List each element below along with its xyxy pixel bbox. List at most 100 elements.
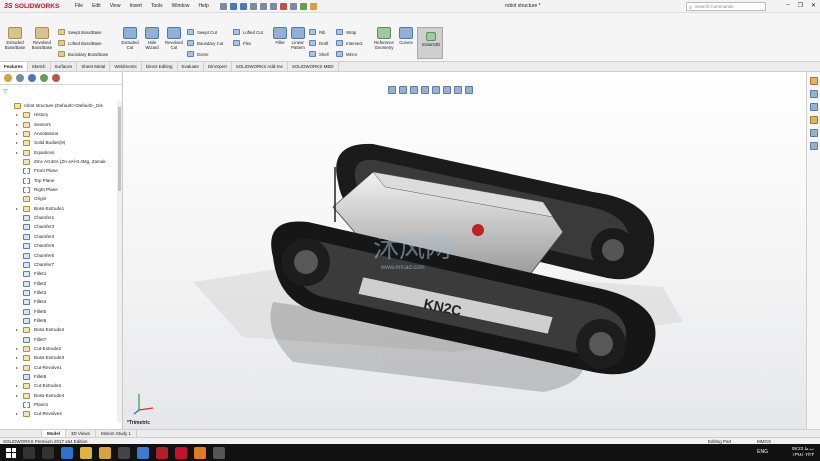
- custom-properties-icon[interactable]: [809, 142, 818, 150]
- solidworks-taskbar-icon[interactable]: [175, 446, 187, 459]
- tab-motion-study[interactable]: Motion Study 1: [96, 430, 137, 437]
- revolved-cut-button[interactable]: Revolved Cut: [162, 27, 186, 50]
- media-icon[interactable]: [156, 446, 168, 459]
- tree-node[interactable]: Front Plane: [0, 166, 118, 175]
- view-palette-icon[interactable]: [809, 116, 818, 124]
- tree-node[interactable]: ▸ Cut-Revolve1: [0, 363, 118, 372]
- expand-arrow-icon[interactable]: ▸: [16, 110, 18, 119]
- expand-arrow-icon[interactable]: ▸: [16, 325, 18, 334]
- tree-node[interactable]: Fillet3: [0, 288, 118, 297]
- fillet-button[interactable]: Fillet: [271, 27, 289, 45]
- solidworks-resources-icon[interactable]: [809, 77, 818, 85]
- design-library-icon[interactable]: [809, 90, 818, 98]
- tree-node[interactable]: ▸ Boss-Extrude4: [0, 391, 118, 400]
- tab-dimxpert[interactable]: DimXpert: [204, 62, 232, 71]
- tree-node[interactable]: Right Plane: [0, 185, 118, 194]
- tree-scrollbar[interactable]: [117, 101, 122, 422]
- menu-tools[interactable]: Tools: [150, 3, 164, 9]
- close-icon[interactable]: ✕: [811, 2, 816, 9]
- tree-node[interactable]: Top Plane: [0, 176, 118, 185]
- graphics-area[interactable]: KN2C 沐风网 www.mfcad.com *Trimetric: [123, 72, 806, 429]
- word-icon[interactable]: [137, 446, 149, 459]
- options-icon[interactable]: [299, 2, 307, 10]
- expand-arrow-icon[interactable]: ▸: [16, 363, 18, 372]
- tree-node[interactable]: ▸ History: [0, 110, 118, 119]
- tree-node[interactable]: Fillet7: [0, 335, 118, 344]
- restore-icon[interactable]: ❐: [798, 2, 803, 9]
- rebuild-icon[interactable]: [279, 2, 287, 10]
- tree-node[interactable]: Fillet1: [0, 269, 118, 278]
- tab-3d-views[interactable]: 3D Views: [66, 430, 96, 437]
- tree-node[interactable]: Chamfer6: [0, 251, 118, 260]
- tab-weldments[interactable]: Weldments: [110, 62, 142, 71]
- tree-node[interactable]: ▸ Cut-Revolve4: [0, 409, 118, 418]
- tab-mbd[interactable]: SOLIDWORKS MBD: [288, 62, 339, 71]
- linear-pattern-button[interactable]: Linear Pattern: [289, 27, 307, 50]
- flex-button[interactable]: Flex: [233, 40, 251, 46]
- tab-evaluate[interactable]: Evaluate: [178, 62, 205, 71]
- open-icon[interactable]: [229, 2, 237, 10]
- shell-button[interactable]: Shell: [309, 51, 329, 57]
- property-manager-tab-icon[interactable]: [16, 74, 24, 82]
- model-render[interactable]: KN2C 沐风网 www.mfcad.com: [123, 72, 806, 429]
- menu-insert[interactable]: Insert: [128, 3, 143, 9]
- menu-view[interactable]: View: [109, 3, 122, 9]
- tree-node[interactable]: ▸ Cut-Extrude3: [0, 381, 118, 390]
- curves-button[interactable]: Curves: [397, 27, 415, 45]
- print-icon[interactable]: [249, 2, 257, 10]
- rib-button[interactable]: Rib: [309, 29, 325, 35]
- tree-node[interactable]: Chamfer7: [0, 260, 118, 269]
- new-document-icon[interactable]: [219, 2, 227, 10]
- expand-arrow-icon[interactable]: ▸: [16, 148, 18, 157]
- tree-node[interactable]: ▸ Boss-Extrude1: [0, 204, 118, 213]
- dimxpert-manager-tab-icon[interactable]: [40, 74, 48, 82]
- search-taskbar-icon[interactable]: [23, 446, 35, 459]
- expand-arrow-icon[interactable]: ▸: [16, 138, 18, 147]
- chrome-icon[interactable]: [80, 446, 92, 459]
- tab-sketch[interactable]: Sketch: [28, 62, 51, 71]
- task-view-icon[interactable]: [42, 446, 54, 459]
- revolved-boss-button[interactable]: Revolved Boss/Base: [29, 27, 55, 50]
- tree-node[interactable]: ▸ Boss-Extrude3: [0, 353, 118, 362]
- filter-icon[interactable]: ▽: [3, 88, 8, 95]
- scrollbar-thumb[interactable]: [118, 107, 121, 191]
- tree-node[interactable]: Fillet6: [0, 316, 118, 325]
- file-properties-icon[interactable]: [289, 2, 297, 10]
- undo-icon[interactable]: [259, 2, 267, 10]
- tree-node[interactable]: ▸ Annotations: [0, 129, 118, 138]
- vlc-icon[interactable]: [194, 446, 206, 459]
- clock-date[interactable]: ۱۳۹۸/۰۲/۲۳: [792, 452, 814, 458]
- tree-node[interactable]: Origin: [0, 194, 118, 203]
- expand-arrow-icon[interactable]: ▸: [16, 409, 18, 418]
- tab-addins[interactable]: SOLIDWORKS Add-Ins: [232, 62, 288, 71]
- instant3d-button[interactable]: Instant3D: [417, 27, 443, 59]
- tree-node[interactable]: Chamfer1: [0, 213, 118, 222]
- boundary-cut-button[interactable]: Boundary Cut: [187, 40, 223, 46]
- tree-node[interactable]: ▸ Solid Bodies(9): [0, 138, 118, 147]
- feature-manager-tab-icon[interactable]: [4, 74, 12, 82]
- tree-node[interactable]: Plane1: [0, 400, 118, 409]
- bottom-tab-nav[interactable]: [0, 430, 42, 437]
- minimize-icon[interactable]: –: [786, 2, 789, 9]
- menu-edit[interactable]: Edit: [91, 3, 102, 9]
- display-manager-tab-icon[interactable]: [52, 74, 60, 82]
- appearances-icon[interactable]: [809, 129, 818, 137]
- tab-surfaces[interactable]: Surfaces: [51, 62, 78, 71]
- expand-arrow-icon[interactable]: ▸: [16, 391, 18, 400]
- menu-help[interactable]: Help: [197, 3, 209, 9]
- windows-start-icon[interactable]: [6, 447, 16, 458]
- expand-arrow-icon[interactable]: ▸: [16, 120, 18, 129]
- hole-wizard-button[interactable]: Hole Wizard: [142, 27, 162, 50]
- wrap-button[interactable]: Wrap: [336, 29, 356, 35]
- intersect-button[interactable]: Intersect: [336, 40, 362, 46]
- app-taskbar-icon[interactable]: [118, 446, 130, 459]
- edge-icon[interactable]: [61, 446, 73, 459]
- dome-button[interactable]: Dome: [187, 51, 208, 57]
- menu-file[interactable]: File: [74, 3, 84, 9]
- file-explorer-icon[interactable]: [809, 103, 818, 111]
- expand-arrow-icon[interactable]: ▸: [16, 353, 18, 362]
- tree-node[interactable]: Chamfer4: [0, 232, 118, 241]
- menu-window[interactable]: Window: [171, 3, 191, 9]
- extruded-boss-button[interactable]: Extruded Boss/Base: [3, 27, 27, 50]
- tab-features[interactable]: Features: [0, 62, 28, 71]
